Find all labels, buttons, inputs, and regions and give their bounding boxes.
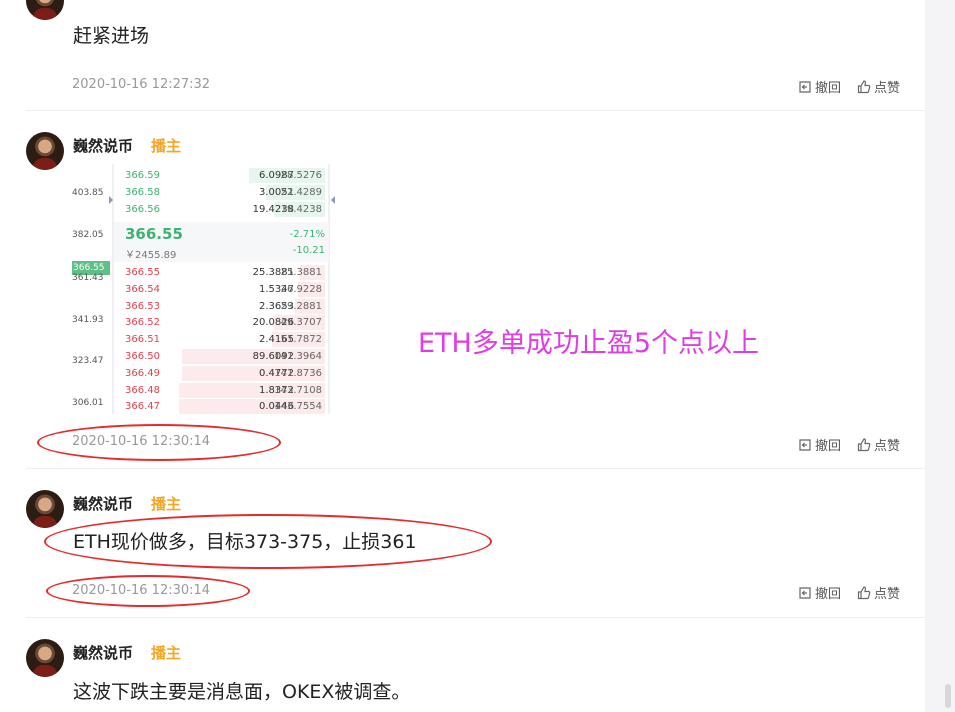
- divider: [26, 617, 925, 618]
- bid-price: 366.51: [125, 334, 160, 346]
- ask-price: 366.59: [125, 170, 160, 181]
- bid-total: 26.9228: [280, 283, 322, 295]
- like-label: 点赞: [873, 81, 900, 96]
- bid-total: 29.2881: [280, 300, 322, 312]
- post-content: ETH现价做多，目标373-375，止损361: [73, 531, 417, 553]
- author-name[interactable]: 巍然说币: [73, 493, 133, 514]
- like-label: 点赞: [873, 439, 900, 454]
- ask-total: 28.5276: [280, 170, 322, 181]
- post-time: 2020-10-16 12:30:14: [72, 583, 211, 598]
- ask-price: 366.56: [125, 203, 160, 215]
- orderbook-screenshot: 403.85 382.05 366.55 361.43 341.93 323.4…: [72, 164, 337, 415]
- thumbs-up-icon: [857, 79, 871, 93]
- post-time: 2020-10-16 12:27:32: [72, 77, 211, 92]
- retract-label: 撤回: [814, 81, 841, 96]
- bid-total: 49.3707: [280, 317, 322, 329]
- post-actions: 撤回 点赞: [798, 435, 900, 454]
- avatar[interactable]: [26, 639, 64, 677]
- like-button[interactable]: 点赞: [857, 77, 900, 96]
- bid-row: 366.55 25.3881 25.3881: [114, 264, 325, 281]
- ask-price: 366.58: [125, 186, 160, 198]
- bid-total: 141.3964: [274, 351, 322, 362]
- role-badge: 播主: [151, 644, 182, 662]
- bid-price: 366.47: [125, 401, 160, 413]
- retract-icon: [799, 586, 811, 599]
- retract-label: 撤回: [814, 587, 841, 602]
- post-actions: 撤回 点赞: [798, 583, 900, 602]
- ask-total: 19.4238: [280, 203, 322, 215]
- post-content: 这波下跌主要是消息面，OKEX被调查。: [73, 681, 411, 703]
- post-content: 赶紧进场: [73, 25, 150, 47]
- retract-icon: [799, 438, 811, 451]
- cny-price: ￥2455.89: [125, 250, 177, 261]
- collapse-left-icon: [109, 196, 113, 204]
- axis-tick: 382.05: [72, 230, 104, 240]
- ask-row: 366.56 19.4238 19.4238: [114, 201, 325, 218]
- divider: [26, 110, 925, 111]
- axis-tick: 341.93: [72, 315, 104, 325]
- bid-total: 141.8736: [274, 367, 322, 379]
- ask-row: 366.58 3.0051 22.4289: [114, 184, 325, 201]
- thumbs-up-icon: [857, 585, 871, 599]
- separator: [328, 164, 330, 414]
- retract-button[interactable]: 撤回: [798, 435, 841, 454]
- bid-price: 366.52: [125, 317, 160, 329]
- bid-price: 366.49: [125, 367, 160, 379]
- bid-row: 366.48 1.8372 143.7108: [114, 382, 325, 399]
- bid-price: 366.48: [125, 384, 160, 396]
- comment-feed: 赶紧进场 2020-10-16 12:27:32 撤回 点赞 巍然说币 播主 4…: [0, 0, 925, 712]
- bid-total: 143.7554: [274, 401, 322, 413]
- avatar[interactable]: [26, 0, 64, 20]
- ask-total: 22.4289: [280, 186, 322, 198]
- retract-button[interactable]: 撤回: [798, 77, 841, 96]
- like-button[interactable]: 点赞: [857, 583, 900, 602]
- role-badge: 播主: [151, 495, 182, 513]
- bid-row: 366.50 89.6092 141.3964: [114, 348, 325, 365]
- scrollbar-thumb[interactable]: [945, 684, 951, 708]
- bid-total: 51.7872: [280, 334, 322, 346]
- mid-price-panel: 366.55 ￥2455.89 -2.71% -10.21: [114, 222, 329, 262]
- post-time: 2020-10-16 12:30:14: [72, 434, 211, 449]
- retract-button[interactable]: 撤回: [798, 583, 841, 602]
- ask-row: 366.59 6.0987 28.5276: [114, 167, 325, 184]
- collapse-right-icon: [331, 196, 335, 204]
- bid-row: 366.51 2.4165 51.7872: [114, 331, 325, 348]
- divider: [26, 468, 925, 469]
- avatar[interactable]: [26, 132, 64, 170]
- avatar[interactable]: [26, 490, 64, 528]
- bid-row: 366.53 2.3653 29.2881: [114, 298, 325, 315]
- bid-price: 366.54: [125, 283, 160, 295]
- scrollbar[interactable]: [925, 0, 955, 712]
- last-price: 366.55: [125, 225, 183, 243]
- like-label: 点赞: [873, 587, 900, 602]
- author-name[interactable]: 巍然说币: [73, 642, 133, 663]
- bid-total: 143.7108: [274, 384, 322, 396]
- axis-tick: 361.43: [72, 273, 104, 283]
- role-badge: 播主: [151, 137, 182, 155]
- bid-row: 366.52 20.0826 49.3707: [114, 314, 325, 331]
- thumbs-up-icon: [857, 437, 871, 451]
- change-amount: -10.21: [292, 245, 325, 256]
- bid-price: 366.50: [125, 351, 160, 362]
- bid-price: 366.53: [125, 300, 160, 312]
- axis-tick: 323.47: [72, 356, 104, 366]
- axis-tick: 306.01: [72, 398, 104, 408]
- change-percent: -2.71%: [289, 229, 325, 240]
- bid-row: 366.49 0.4772 141.8736: [114, 365, 325, 382]
- retract-label: 撤回: [814, 439, 841, 454]
- bid-total: 25.3881: [280, 267, 322, 278]
- like-button[interactable]: 点赞: [857, 435, 900, 454]
- bid-row: 366.47 0.0446 143.7554: [114, 398, 325, 415]
- bid-price: 366.55: [125, 267, 160, 278]
- price-axis: 403.85 382.05 366.55 361.43 341.93 323.4…: [72, 164, 112, 414]
- profit-annotation: ETH多单成功止盈5个点以上: [418, 328, 760, 359]
- bid-row: 366.54 1.5347 26.9228: [114, 281, 325, 298]
- post-actions: 撤回 点赞: [798, 77, 900, 96]
- axis-tick: 403.85: [72, 188, 104, 198]
- author-name[interactable]: 巍然说币: [73, 135, 133, 156]
- retract-icon: [799, 80, 811, 93]
